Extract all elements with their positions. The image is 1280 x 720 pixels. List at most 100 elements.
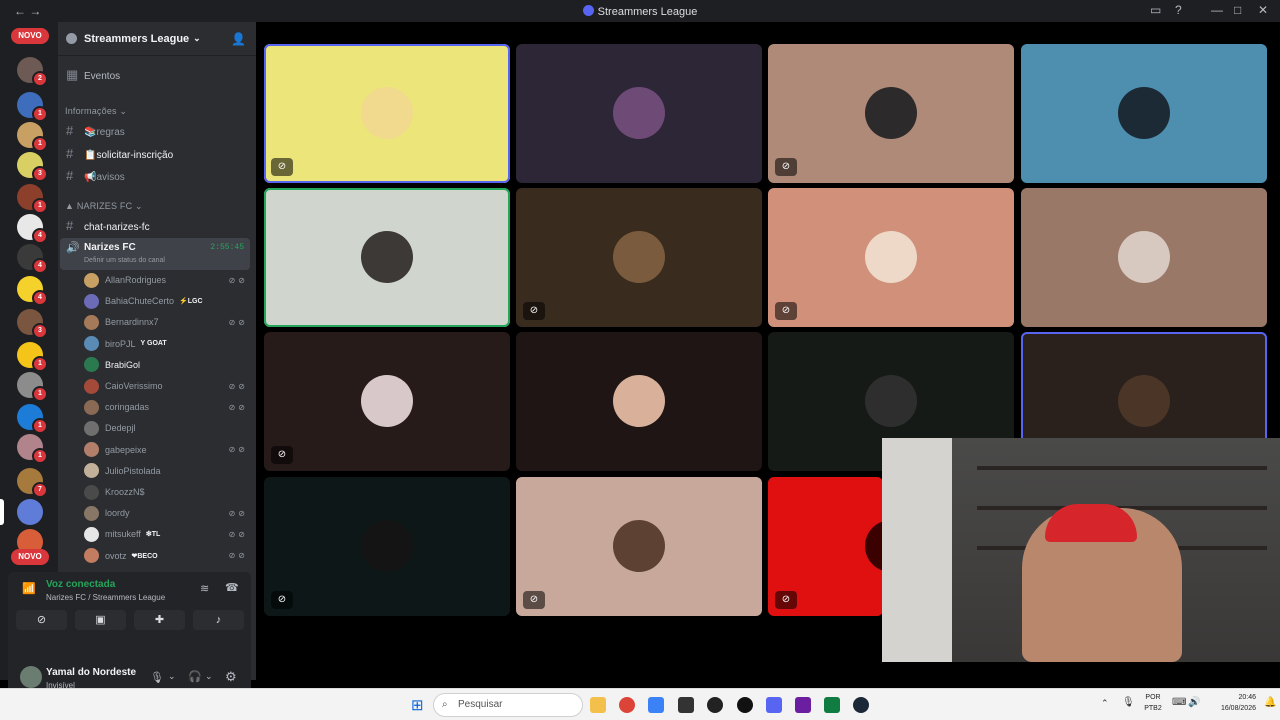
help-icon[interactable]: ? (1175, 3, 1182, 17)
avatar[interactable] (20, 666, 42, 688)
participant-tile[interactable]: ⊘ (768, 477, 883, 616)
excel-icon[interactable] (824, 697, 840, 713)
member-item[interactable]: Bernardinnx7 ⊘⊘ (84, 313, 254, 331)
category-narizes-fc[interactable]: ▲ NARIZES FC ⌄ (58, 201, 256, 212)
participant-tile[interactable]: ⊘ (264, 332, 510, 471)
member-item[interactable]: mitsukeff ❇TL ⊘⊘ (84, 525, 254, 543)
channel-status-hint[interactable]: Definir um status do canal (84, 257, 165, 264)
disconnect-icon[interactable]: ☎ (225, 581, 239, 594)
participant-tile[interactable]: ⊘ (264, 477, 510, 616)
notification-icon[interactable]: 🔔 (1264, 697, 1276, 708)
server-icon[interactable]: 1 (17, 122, 48, 152)
participant-tile[interactable] (516, 332, 762, 471)
chevron-down-icon[interactable]: ⌄ (168, 671, 176, 682)
server-icon[interactable]: 2 (17, 57, 48, 87)
keyboard-layout[interactable]: PTB2 (1140, 705, 1166, 712)
server-icon[interactable]: 1 (17, 184, 48, 214)
member-item[interactable]: BrabiGol (84, 356, 254, 374)
next-app-icon[interactable] (795, 697, 811, 713)
member-item[interactable]: AllanRodrigues ⊘⊘ (84, 271, 254, 289)
voice-status[interactable]: Voz conectada (46, 579, 115, 590)
mic-tray-icon[interactable]: 🎙 (1122, 697, 1135, 708)
server-icon[interactable]: 3 (17, 152, 48, 182)
member-item[interactable]: loordy ⊘⊘ (84, 504, 254, 522)
server-icon[interactable]: 4 (17, 244, 48, 274)
participant-tile[interactable]: ⊘ (264, 44, 510, 183)
avatar (1118, 231, 1170, 283)
participant-tile[interactable] (516, 44, 762, 183)
channel-regras[interactable]: # 📚regras (58, 123, 256, 138)
member-item[interactable]: CaioVerissimo ⊘⊘ (84, 377, 254, 395)
participant-tile[interactable]: ⊘ (516, 477, 762, 616)
member-item[interactable]: KroozzN$ (84, 483, 254, 501)
app-icon[interactable] (648, 697, 664, 713)
events-item[interactable]: ▦ Eventos (58, 67, 256, 83)
member-item[interactable]: JulioPistolada (84, 462, 254, 480)
category-info[interactable]: Informações ⌄ (58, 106, 256, 117)
discord-icon[interactable] (766, 697, 782, 713)
settings-gear-icon[interactable]: ⚙ (225, 669, 237, 685)
server-icon[interactable]: 1 (17, 372, 48, 402)
activities-button[interactable]: ✚ (134, 610, 185, 630)
server-icon[interactable]: 4 (17, 276, 48, 306)
server-icon[interactable]: 3 (17, 309, 48, 339)
github-icon[interactable] (707, 697, 723, 713)
server-header[interactable]: Streammers League ⌄ 👤 (58, 22, 256, 56)
participant-tile[interactable] (264, 188, 510, 327)
inbox-icon[interactable]: ▭ (1150, 3, 1161, 17)
microphone-icon[interactable]: 🎙 (150, 671, 164, 684)
server-icon[interactable]: 4 (17, 214, 48, 244)
taskbar-search[interactable]: ⌕ Pesquisar (433, 693, 583, 717)
screen-share-button[interactable]: ▣ (75, 610, 126, 630)
minimize-button[interactable]: — (1211, 3, 1223, 17)
volume-icon[interactable]: 🔊 (1188, 697, 1200, 708)
server-icon[interactable]: 1 (17, 92, 48, 122)
soundboard-button[interactable]: ♪ (193, 610, 244, 630)
voice-waves-icon[interactable]: ≋ (200, 582, 209, 595)
channel-avisos[interactable]: # 📢avisos (58, 168, 256, 183)
server-icon[interactable] (0, 499, 43, 525)
participant-tile[interactable] (1021, 44, 1267, 183)
participant-tile[interactable]: ⊘ (768, 44, 1014, 183)
chrome-icon[interactable] (619, 697, 635, 713)
server-icon[interactable]: 1 (17, 404, 48, 434)
server-icon[interactable]: 7 (17, 468, 48, 498)
username[interactable]: Yamal do Nordeste (46, 667, 136, 678)
chevron-down-icon[interactable]: ⌄ (205, 671, 213, 682)
member-item[interactable]: ovotz ❤BECO ⊘⊘ (84, 547, 254, 565)
member-item[interactable]: coringadas ⊘⊘ (84, 398, 254, 416)
steam-icon[interactable] (853, 697, 869, 713)
participant-tile[interactable]: ⊘ (516, 188, 762, 327)
clock-time[interactable]: 20:46 (1206, 694, 1256, 701)
avatar (84, 526, 99, 542)
member-item[interactable]: biroPJL Y GOAT (84, 335, 254, 353)
clock-date[interactable]: 16/08/2026 (1206, 705, 1256, 712)
maximize-button[interactable]: □ (1234, 3, 1241, 17)
camera-off-button[interactable]: ⊘ (16, 610, 67, 630)
server-icon[interactable]: 1 (17, 342, 48, 372)
member-item[interactable]: gabepeixe ⊘⊘ (84, 441, 254, 459)
headphones-icon[interactable]: 🎧 (188, 670, 202, 683)
file-explorer-icon[interactable] (590, 697, 606, 713)
member-item[interactable]: BahiaChuteCerto ⚡LGC (84, 292, 254, 310)
channel-chat-narizes-fc[interactable]: # chat-narizes-fc (58, 218, 256, 233)
avatar (865, 520, 883, 572)
app-icon[interactable] (678, 697, 694, 713)
voice-channel-narizes-fc[interactable]: 🔊 Narizes FC 2:55:45 Definir um status d… (60, 238, 250, 270)
chevron-up-icon[interactable]: ⌃ (1101, 698, 1109, 709)
unread-badge: 1 (32, 418, 48, 434)
close-button[interactable]: ✕ (1258, 3, 1268, 17)
avatar (1118, 375, 1170, 427)
arrow-app-icon[interactable] (737, 697, 753, 713)
windows-start-icon[interactable]: ⊞ (411, 696, 424, 714)
participant-tile[interactable]: ⊘ (768, 188, 1014, 327)
participant-tile[interactable] (1021, 188, 1267, 327)
member-item[interactable]: Dedepjl (84, 419, 254, 437)
invite-user-icon[interactable]: 👤 (231, 32, 246, 46)
language-indicator[interactable]: POR (1140, 694, 1166, 701)
speaker-icon: 🔊 (66, 242, 80, 254)
server-icon[interactable]: 1 (17, 434, 48, 464)
channel-solicitar-inscricao[interactable]: # 📋solicitar-inscrição (58, 146, 256, 161)
network-icon[interactable]: ⌨ (1172, 697, 1186, 708)
channel-name: avisos (96, 172, 125, 183)
